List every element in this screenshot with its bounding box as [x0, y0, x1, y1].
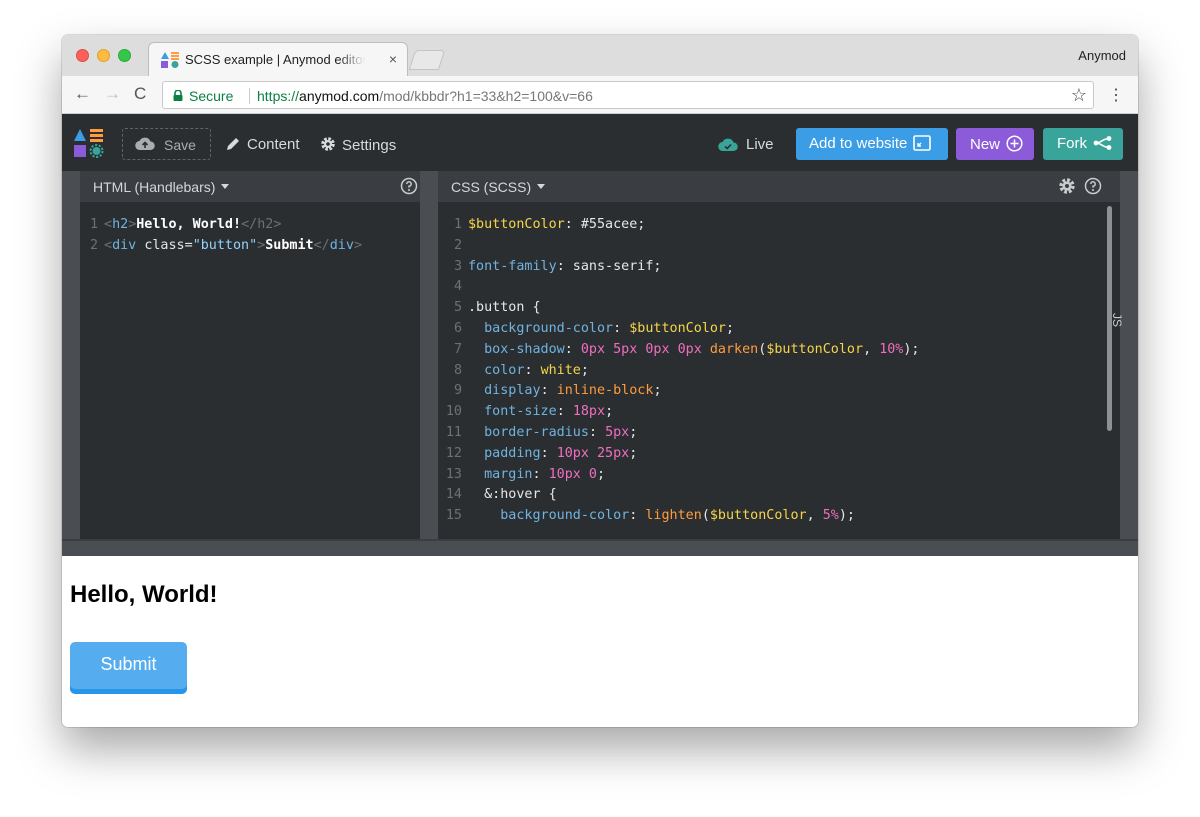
anymod-favicon-icon — [161, 52, 179, 68]
url-text[interactable]: https://anymod.com/mod/kbbdr?h1=33&h2=10… — [257, 88, 593, 104]
forward-arrow-icon[interactable]: → — [104, 85, 121, 103]
reload-icon[interactable]: C — [134, 85, 146, 103]
add-to-website-button[interactable]: Add to website — [796, 128, 948, 160]
html-editor-pane[interactable]: HTML (Handlebars) 1 <h2>Hello, World!</h2… — [80, 171, 420, 539]
caret-down-icon — [537, 184, 546, 189]
fork-branch-icon — [1093, 136, 1112, 150]
tab-close-icon[interactable]: × — [389, 51, 397, 67]
cloud-upload-icon — [135, 137, 155, 151]
js-editor-tab[interactable]: JS — [1110, 313, 1124, 333]
html-mode-dropdown[interactable]: HTML (Handlebars) — [93, 179, 230, 195]
browser-window: SCSS example | Anymod editor × Anymod ← … — [62, 35, 1138, 727]
code-line: 8 color: white; — [453, 362, 589, 378]
preview-pane: Hello, World! Submit — [62, 556, 1138, 727]
code-line: 13 margin: 10px 0; — [445, 466, 606, 482]
save-label: Save — [164, 137, 196, 153]
close-window-button[interactable] — [76, 49, 89, 62]
code-line: 2 <div class="button">Submit</div> — [80, 236, 420, 257]
help-icon[interactable] — [400, 177, 418, 195]
anymod-header: Save Content Settings Live Add to websit… — [62, 114, 1138, 171]
code-line: 2 — [453, 237, 462, 253]
code-line: 5 .button { — [453, 300, 541, 316]
code-line: 7 box-shadow: 0px 5px 0px 0px darken($bu… — [453, 341, 920, 357]
tab-title: SCSS example | Anymod editor — [185, 52, 365, 67]
code-line: 6 background-color: $buttonColor; — [453, 320, 735, 336]
caret-down-icon — [221, 184, 230, 189]
new-tab-button[interactable] — [408, 50, 446, 70]
code-line: 3 font-family: sans-serif; — [453, 258, 662, 274]
fork-label: Fork — [1057, 135, 1087, 152]
browser-toolbar: ← → C Secure https://anymod.com/mod/kbbd… — [62, 76, 1138, 114]
css-editor-tab: CSS (SCSS) — [438, 171, 1120, 202]
code-line: 10 font-size: 18px; — [445, 404, 614, 420]
url-scheme: https:// — [257, 88, 300, 104]
line-number: 1 — [89, 217, 98, 232]
plus-circle-icon — [1006, 135, 1023, 152]
preview-heading: Hello, World! — [70, 581, 218, 608]
live-status[interactable]: Live — [718, 136, 774, 153]
secure-label: Secure — [189, 88, 234, 104]
browser-tab[interactable]: SCSS example | Anymod editor × — [148, 42, 408, 76]
code-line: 1 <h2>Hello, World!</h2> — [80, 215, 420, 236]
save-button[interactable]: Save — [122, 128, 211, 160]
content-label: Content — [247, 136, 300, 153]
code-line: 1 $buttonColor: #55acee; — [453, 217, 646, 232]
code-line: 12 padding: 10px 25px; — [445, 445, 638, 461]
editor-area: HTML (Handlebars) 1 <h2>Hello, World!</h2… — [62, 171, 1138, 539]
anymod-logo-icon[interactable] — [74, 128, 104, 158]
new-button[interactable]: New — [956, 128, 1034, 160]
maximize-window-button[interactable] — [118, 49, 131, 62]
embed-window-icon — [913, 135, 932, 151]
help-icon[interactable] — [1084, 177, 1102, 195]
content-link[interactable]: Content — [226, 136, 300, 153]
minimize-window-button[interactable] — [97, 49, 110, 62]
code-line: 9 display: inline-block; — [453, 383, 662, 399]
fork-button[interactable]: Fork — [1043, 128, 1123, 160]
pencil-icon — [227, 138, 239, 150]
html-editor-tab: HTML (Handlebars) — [80, 171, 420, 202]
bookmark-star-icon[interactable]: ☆ — [1071, 85, 1087, 106]
code-line: 14 &:hover { — [445, 487, 557, 503]
code-line: 4 — [453, 279, 462, 295]
html-mode-label: HTML (Handlebars) — [93, 179, 216, 195]
css-mode-dropdown[interactable]: CSS (SCSS) — [451, 179, 546, 195]
settings-link[interactable]: Settings — [320, 136, 396, 154]
line-number: 2 — [89, 237, 98, 253]
settings-label: Settings — [342, 137, 397, 154]
gear-icon — [321, 137, 335, 151]
url-host: anymod.com — [299, 88, 380, 104]
gear-icon[interactable] — [1058, 177, 1076, 195]
code-line: 11 border-radius: 5px; — [445, 424, 638, 440]
css-code[interactable]: 1 $buttonColor: #55acee; 2 3 font-family: … — [438, 215, 1120, 527]
new-label: New — [970, 136, 1001, 153]
css-editor-pane[interactable]: CSS (SCSS) 1 $buttonColor: #55acee; 2 3 fo… — [438, 171, 1120, 539]
css-mode-label: CSS (SCSS) — [451, 179, 532, 195]
pane-resize-handle[interactable] — [62, 539, 1138, 556]
cloud-check-icon — [718, 138, 738, 152]
address-separator — [249, 88, 250, 104]
url-path: /mod/kbbdr?h1=33&h2=100&v=66 — [379, 88, 593, 104]
add-to-website-label: Add to website — [809, 135, 908, 152]
code-line: 15 background-color: lighten($buttonColo… — [445, 508, 855, 524]
back-arrow-icon[interactable]: ← — [74, 85, 91, 103]
preview-submit-button[interactable]: Submit — [70, 642, 187, 689]
tab-bar: SCSS example | Anymod editor × Anymod — [62, 35, 1138, 76]
lock-icon — [173, 90, 183, 101]
browser-menu-icon[interactable]: ⋮ — [1108, 85, 1124, 105]
profile-name[interactable]: Anymod — [1078, 48, 1126, 63]
live-label: Live — [746, 136, 774, 153]
address-bar[interactable]: Secure https://anymod.com/mod/kbbdr?h1=3… — [162, 81, 1094, 109]
html-code[interactable]: 1 <h2>Hello, World!</h2> 2 <div class="but… — [80, 215, 420, 257]
